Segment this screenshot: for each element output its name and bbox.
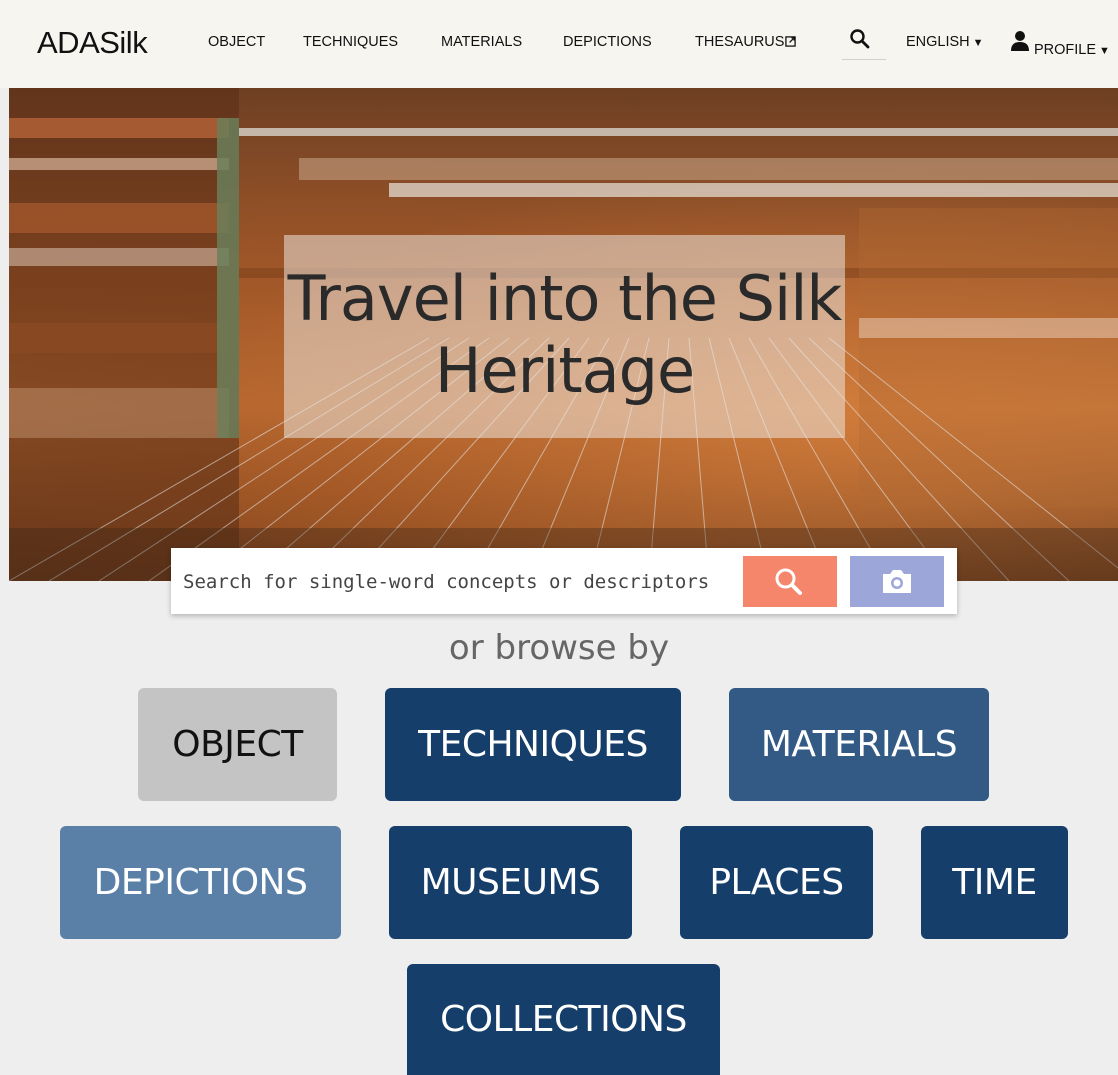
hero-title-line-2: Heritage — [434, 334, 695, 407]
browse-collections-tile[interactable]: COLLECTIONS — [407, 964, 720, 1075]
hero-title-line-1: Travel into the Silk — [287, 262, 843, 335]
search-input[interactable] — [181, 561, 735, 603]
hero-title: Travel into the Silk Heritage — [284, 263, 845, 407]
external-link-icon — [785, 36, 797, 47]
camera-icon — [883, 570, 911, 593]
profile-menu[interactable]: PROFILE ▼ — [1010, 30, 1110, 58]
nav-object[interactable]: OBJECT — [208, 34, 265, 50]
caret-down-icon: ▼ — [972, 37, 984, 49]
language-selector[interactable]: ENGLISH ▼ — [906, 34, 984, 50]
site-logo[interactable]: ADASilk — [37, 25, 148, 61]
search-bar — [171, 548, 957, 614]
nav-materials[interactable]: MATERIALS — [441, 34, 522, 50]
header-search-button[interactable] — [842, 25, 886, 60]
profile-label: PROFILE — [1034, 42, 1097, 58]
hero-title-box: Travel into the Silk Heritage — [284, 235, 845, 438]
top-navigation-bar: ADASilk OBJECT TECHNIQUES MATERIALS DEPI… — [0, 0, 1118, 88]
browse-materials-tile[interactable]: MATERIALS — [729, 688, 989, 801]
language-label: ENGLISH — [906, 34, 970, 50]
image-search-button[interactable] — [850, 556, 944, 607]
nav-thesaurus-label: THESAURUS — [695, 34, 785, 50]
browse-depictions-tile[interactable]: DEPICTIONS — [60, 826, 341, 939]
nav-depictions[interactable]: DEPICTIONS — [563, 34, 652, 50]
search-icon — [775, 568, 802, 595]
search-icon — [850, 29, 870, 49]
nav-thesaurus[interactable]: THESAURUS — [695, 34, 797, 50]
search-button[interactable] — [743, 556, 837, 607]
browse-by-label: or browse by — [448, 628, 670, 668]
nav-techniques[interactable]: TECHNIQUES — [303, 34, 398, 50]
browse-places-tile[interactable]: PLACES — [680, 826, 873, 939]
browse-techniques-tile[interactable]: TECHNIQUES — [385, 688, 681, 801]
browse-museums-tile[interactable]: MUSEUMS — [389, 826, 632, 939]
browse-time-tile[interactable]: TIME — [921, 826, 1068, 939]
user-icon — [1011, 31, 1029, 51]
browse-object-tile[interactable]: OBJECT — [138, 688, 337, 801]
hero-banner: Travel into the Silk Heritage — [9, 88, 1118, 581]
caret-down-icon: ▼ — [1099, 45, 1110, 57]
